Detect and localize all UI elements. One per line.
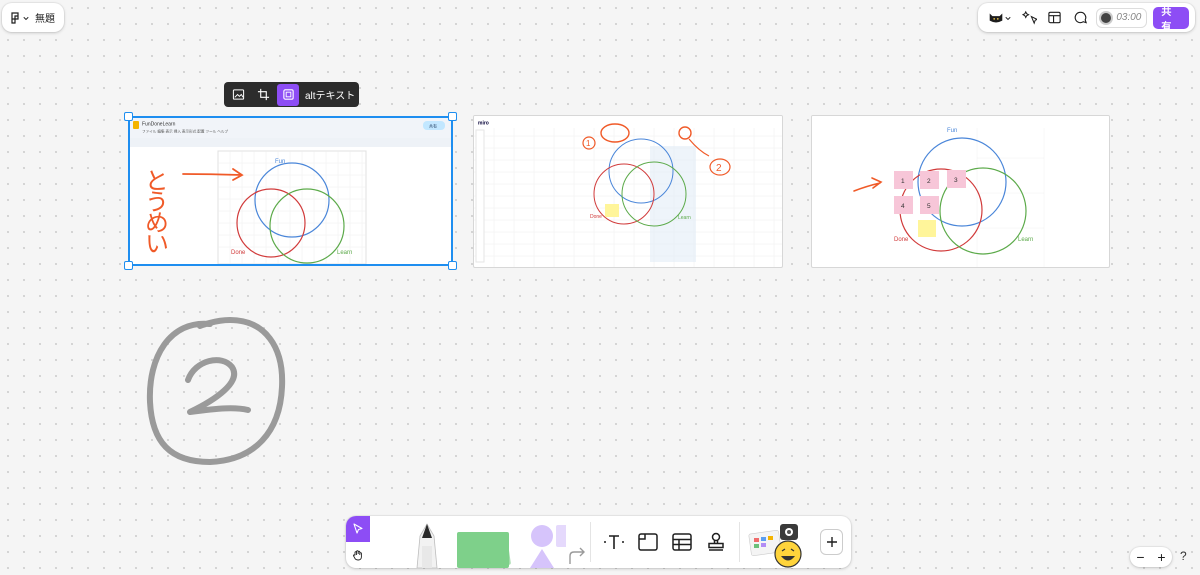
file-title[interactable]: 無題 (35, 10, 55, 25)
timer-value: 03:00 (1116, 12, 1142, 23)
timer[interactable]: 03:00 (1096, 7, 1148, 28)
screenshot-doc[interactable]: FunDoneLearn ファイル 編集 表示 挿入 表示形式 配置 ツール ヘ… (129, 117, 452, 265)
text-tool[interactable] (601, 529, 627, 555)
bottom-toolbar (346, 516, 851, 568)
annotation-2: 2 (716, 163, 722, 174)
stamp-tool[interactable] (703, 529, 729, 555)
section-tool[interactable] (635, 529, 661, 555)
replace-image-icon[interactable] (227, 84, 249, 106)
frame-image-icon[interactable] (277, 83, 299, 106)
doc-done-label: Done (231, 250, 246, 256)
sticky-learn-label: Learn (1018, 237, 1033, 243)
section-icon (638, 533, 658, 551)
image-toolbar: altテキスト (224, 82, 359, 107)
emoji-icon (774, 540, 802, 568)
comment-icon[interactable] (1071, 8, 1091, 28)
figjam-menu-icon[interactable] (10, 11, 29, 24)
sticky-arrow (853, 177, 883, 192)
file-menu[interactable]: 無題 (2, 3, 64, 32)
creation-tools (370, 516, 579, 568)
cat-avatar-icon[interactable] (984, 8, 1013, 28)
layout-icon[interactable] (1045, 8, 1065, 28)
sticky-note-tool[interactable] (457, 532, 512, 568)
doc-share: 共有 (429, 123, 437, 129)
sticky-fun-label: Fun (947, 128, 957, 134)
cursor-icon (353, 523, 363, 534)
mode-switcher (346, 516, 371, 568)
text-icon (604, 535, 625, 549)
plus-icon (826, 537, 837, 547)
hand-icon (353, 550, 363, 561)
zoom-controls: − + (1130, 547, 1172, 567)
crop-icon[interactable] (252, 84, 274, 106)
sticky-note-group: 1 2 3 4 5 (894, 170, 966, 237)
zoom-out-button[interactable]: − (1136, 549, 1144, 565)
table-tool[interactable] (669, 529, 695, 555)
ai-sparkle-icon[interactable] (1019, 8, 1039, 28)
share-button[interactable]: 共有 (1153, 6, 1189, 33)
hand-tool[interactable] (346, 542, 370, 568)
sticky-note-4: 4 (901, 203, 905, 210)
handwritten-number-two[interactable] (140, 312, 290, 477)
sticky-note-1: 1 (901, 178, 905, 185)
shape-tool[interactable] (530, 525, 579, 568)
stamp-icon (708, 532, 724, 551)
doc-learn-label: Learn (337, 250, 352, 256)
screenshot-miro[interactable]: miro Done Learn 1 2 (473, 115, 783, 268)
user-avatar (1099, 10, 1114, 25)
insert-tools (591, 516, 739, 568)
screenshot-sticky-notes[interactable]: Fun Done Learn 1 2 3 4 5 (811, 115, 1110, 268)
annotation-1: 1 (586, 139, 591, 148)
widgets-tool[interactable] (740, 516, 816, 568)
sticky-note-3: 3 (954, 177, 958, 184)
connector-icon (569, 547, 586, 564)
table-icon (672, 533, 692, 551)
doc-fun-label: Fun (275, 159, 285, 165)
alt-text-button[interactable]: altテキスト (305, 87, 355, 102)
connector-tool[interactable] (566, 516, 590, 568)
miro-learn-label: Learn (678, 215, 691, 221)
miro-done-label: Done (590, 214, 602, 220)
pen-tool[interactable] (416, 523, 438, 568)
miro-app-name: miro (478, 121, 489, 127)
sticky-note-2: 2 (927, 178, 931, 185)
sticky-done-label: Done (894, 237, 909, 243)
select-tool[interactable] (346, 516, 371, 542)
top-right-toolbar: 03:00 共有 (978, 3, 1195, 33)
help-button[interactable]: ? (1180, 549, 1187, 563)
more-tools-button[interactable] (820, 529, 844, 555)
zoom-in-button[interactable]: + (1157, 549, 1165, 565)
doc-title: FunDoneLearn (142, 122, 176, 128)
handwriting-toumei: とうめい (141, 168, 168, 253)
doc-menu: ファイル 編集 表示 挿入 表示形式 配置 ツール ヘルプ (142, 129, 228, 134)
sticky-note-5: 5 (927, 203, 931, 210)
